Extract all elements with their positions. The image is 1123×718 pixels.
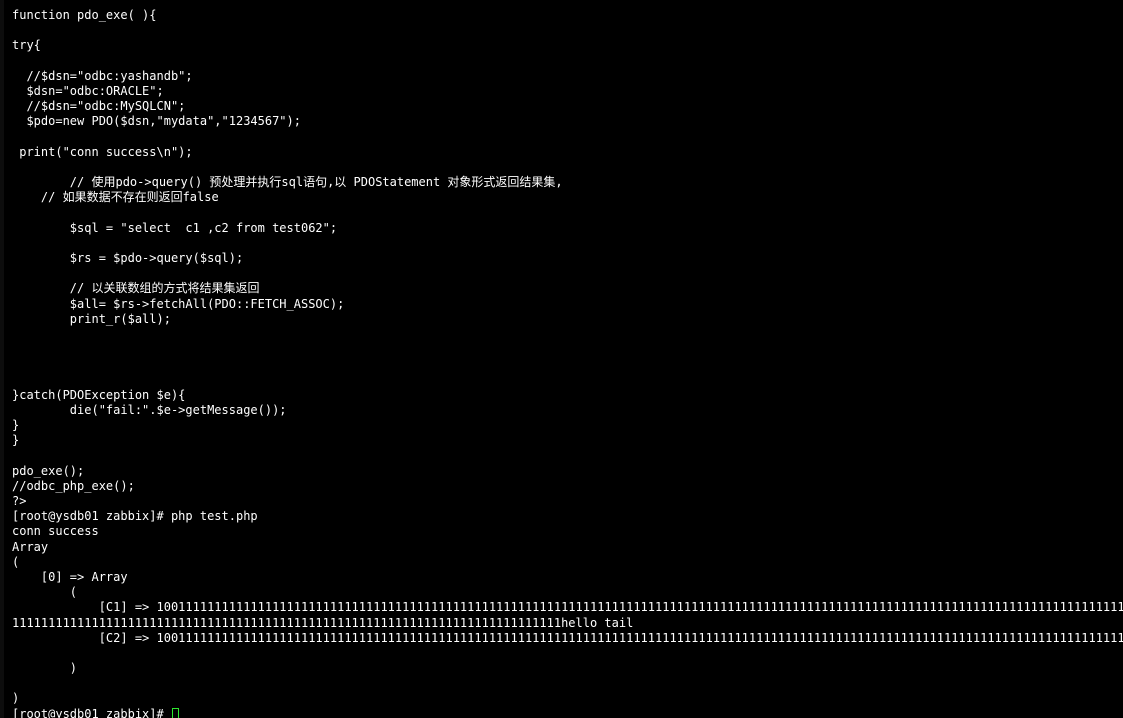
terminal-line: $dsn="odbc:ORACLE";: [12, 83, 164, 98]
cursor-icon: [171, 707, 179, 718]
terminal-line: //odbc_php_exe();: [12, 478, 135, 493]
terminal-line: [C1] => 10011111111111111111111111111111…: [12, 600, 1123, 615]
terminal-line: 1111111111111111111111111111111111111111…: [12, 615, 634, 630]
terminal-line: //$dsn="odbc:MySQLCN";: [12, 99, 186, 114]
terminal-line: [0] => Array: [12, 569, 128, 584]
terminal-line: }: [12, 433, 20, 448]
terminal-line: ): [12, 661, 78, 676]
terminal-line: $sql = "select c1 ,c2 from test062";: [12, 220, 338, 235]
terminal-line: }: [12, 418, 20, 433]
terminal-line: die("fail:".$e->getMessage());: [12, 402, 287, 417]
terminal-line: }catch(PDOException $e){: [12, 387, 186, 402]
terminal-line: (: [12, 554, 20, 569]
terminal-window[interactable]: function pdo_exe( ){ try{ //$dsn="odbc:ya…: [0, 0, 1123, 718]
terminal-line: $all= $rs->fetchAll(PDO::FETCH_ASSOC);: [12, 296, 345, 311]
window-edge: [0, 0, 4, 718]
terminal-line: Array: [12, 539, 49, 554]
terminal-line: print_r($all);: [12, 311, 171, 326]
terminal-line: conn success: [12, 524, 99, 539]
terminal-line: // 以关联数组的方式将结果集返回: [12, 281, 260, 296]
prompt-line[interactable]: [root@ysdb01 zabbix]#: [12, 707, 1123, 718]
terminal-line: //$dsn="odbc:yashandb";: [12, 68, 193, 83]
terminal-line: pdo_exe();: [12, 463, 85, 478]
terminal-line: try{: [12, 38, 41, 53]
terminal-line: $rs = $pdo->query($sql);: [12, 251, 244, 265]
terminal-line: $pdo=new PDO($dsn,"mydata","1234567");: [12, 114, 301, 129]
terminal-line: [root@ysdb01 zabbix]# php test.php: [12, 509, 258, 524]
terminal-line: // 如果数据不存在则返回false: [12, 190, 219, 205]
terminal-line: print("conn success\n");: [12, 144, 193, 159]
terminal-line: ): [12, 691, 20, 706]
terminal-line: (: [12, 585, 78, 600]
terminal-line: function pdo_exe( ){: [12, 8, 157, 22]
terminal-line: // 使用pdo->query() 预处理并执行sql语句,以 PDOState…: [12, 175, 563, 190]
terminal-line: ?>: [12, 494, 27, 508]
terminal-line: [C2] => 10011111111111111111111111111111…: [12, 630, 1123, 645]
shell-prompt: [root@ysdb01 zabbix]#: [12, 706, 171, 718]
terminal-output: function pdo_exe( ){ try{ //$dsn="odbc:ya…: [12, 8, 1123, 707]
